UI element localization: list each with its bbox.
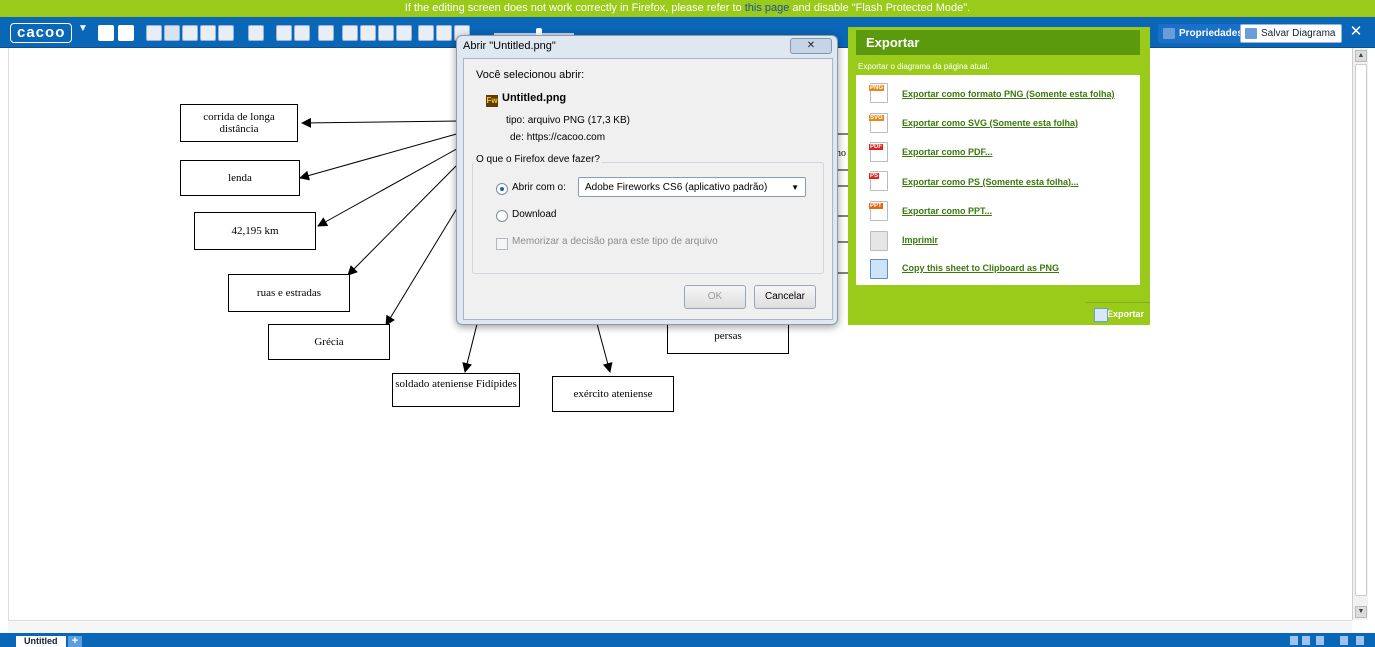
action-question: O que o Firefox deve fazer? <box>474 154 602 165</box>
diagram-node[interactable]: lenda <box>180 160 300 196</box>
application-select[interactable]: Adobe Fireworks CS6 (aplicativo padrão) … <box>578 177 806 197</box>
grid-view-icon[interactable] <box>1302 636 1310 645</box>
export-panel: Exportar Exportar o diagrama da página a… <box>848 27 1150 325</box>
file-source-value: https://cacoo.com <box>526 132 606 143</box>
dialog-title: Abrir "Untitled.png" <box>463 40 556 52</box>
file-type-value: arquivo PNG (17,3 KB) <box>527 115 630 126</box>
export-ps-link[interactable]: Exportar como PS (Somente esta folha)... <box>902 177 1079 187</box>
fireworks-file-icon: Fw <box>486 95 498 107</box>
file-type-row: tipo: arquivo PNG (17,3 KB) <box>506 115 630 126</box>
diagram-node[interactable]: exército ateniense <box>552 376 674 412</box>
export-tab-label: Exportar <box>1106 309 1144 319</box>
fit-icon[interactable] <box>1340 636 1348 645</box>
cancel-button[interactable]: Cancelar <box>754 285 816 309</box>
dialog-close-button[interactable]: ✕ <box>790 38 832 54</box>
clipboard-icon <box>870 259 888 279</box>
sheet-tab-untitled[interactable]: Untitled <box>16 636 66 647</box>
scroll-down-icon[interactable]: ▼ <box>1355 606 1367 618</box>
connector-line <box>301 117 461 128</box>
dialog-body: Você selecionou abrir: Fw Untitled.png ti… <box>463 58 833 320</box>
export-svg-link[interactable]: Exportar como SVG (Somente esta folha) <box>902 118 1078 128</box>
export-options-list: PNG Exportar como formato PNG (Somente e… <box>856 75 1140 285</box>
ok-button[interactable]: OK <box>684 285 746 309</box>
diagram-node[interactable]: 42,195 km <box>194 212 316 250</box>
file-name: Untitled.png <box>502 92 567 104</box>
download-radio[interactable] <box>496 210 508 222</box>
export-panel-subtitle: Exportar o diagrama da página atual. <box>858 62 990 71</box>
diagram-node[interactable]: Grécia <box>268 324 390 360</box>
resize-icon[interactable] <box>1356 636 1364 645</box>
open-with-label[interactable]: Abrir com o: <box>512 182 566 193</box>
ps-file-icon: PS <box>869 171 888 191</box>
scrollbar-thumb[interactable] <box>1355 64 1367 596</box>
scroll-up-icon[interactable]: ▲ <box>1355 50 1367 62</box>
pdf-file-icon: PDF <box>869 142 888 162</box>
svg-file-icon: SVG <box>869 113 888 133</box>
diagram-node[interactable]: corrida de longa distância <box>180 104 298 142</box>
remember-checkbox[interactable] <box>496 238 508 250</box>
horizontal-scrollbar[interactable] <box>8 620 1352 633</box>
open-file-dialog: Abrir "Untitled.png" ✕ Você selecionou a… <box>456 35 838 325</box>
add-sheet-button[interactable]: + <box>68 636 82 647</box>
connector-line <box>462 319 479 373</box>
file-source-row: de: https://cacoo.com <box>510 132 605 143</box>
export-ppt-link[interactable]: Exportar como PPT... <box>902 206 992 216</box>
download-label[interactable]: Download <box>512 209 556 220</box>
application-select-value: Adobe Fireworks CS6 (aplicativo padrão) <box>585 182 768 193</box>
minimap-icon[interactable] <box>1316 636 1324 645</box>
file-name-row: Fw Untitled.png <box>486 92 566 107</box>
file-source-label: de: <box>510 132 524 143</box>
connector-line <box>299 132 461 181</box>
diagram-node[interactable]: soldado ateniense Fidípides <box>392 373 520 407</box>
remember-label[interactable]: Memorizar a decisão para este tipo de ar… <box>512 236 718 247</box>
export-png-link[interactable]: Exportar como formato PNG (Somente esta … <box>902 89 1115 99</box>
connector-line <box>385 199 463 326</box>
connector-line <box>317 145 463 227</box>
diagram-node[interactable]: ruas e estradas <box>228 274 350 312</box>
export-panel-title: Exportar <box>856 30 1140 55</box>
file-type-label: tipo: <box>506 115 525 126</box>
copy-clipboard-link[interactable]: Copy this sheet to Clipboard as PNG <box>902 263 1059 273</box>
export-icon <box>1094 308 1108 322</box>
list-view-icon[interactable] <box>1290 636 1298 645</box>
export-pdf-link[interactable]: Exportar como PDF... <box>902 147 993 157</box>
png-file-icon: PNG <box>869 83 888 103</box>
chevron-down-icon: ▼ <box>791 183 799 192</box>
vertical-scrollbar[interactable]: ▲ ▼ <box>1352 48 1368 620</box>
dialog-intro-text: Você selecionou abrir: <box>476 69 585 81</box>
open-with-radio[interactable] <box>496 183 508 195</box>
connector-line <box>595 319 613 373</box>
ppt-file-icon: PPT <box>869 201 888 221</box>
export-tab-button[interactable]: Exportar <box>1086 302 1150 325</box>
printer-icon <box>870 231 888 251</box>
sheet-bar <box>0 633 1375 647</box>
print-link[interactable]: Imprimir <box>902 235 938 245</box>
